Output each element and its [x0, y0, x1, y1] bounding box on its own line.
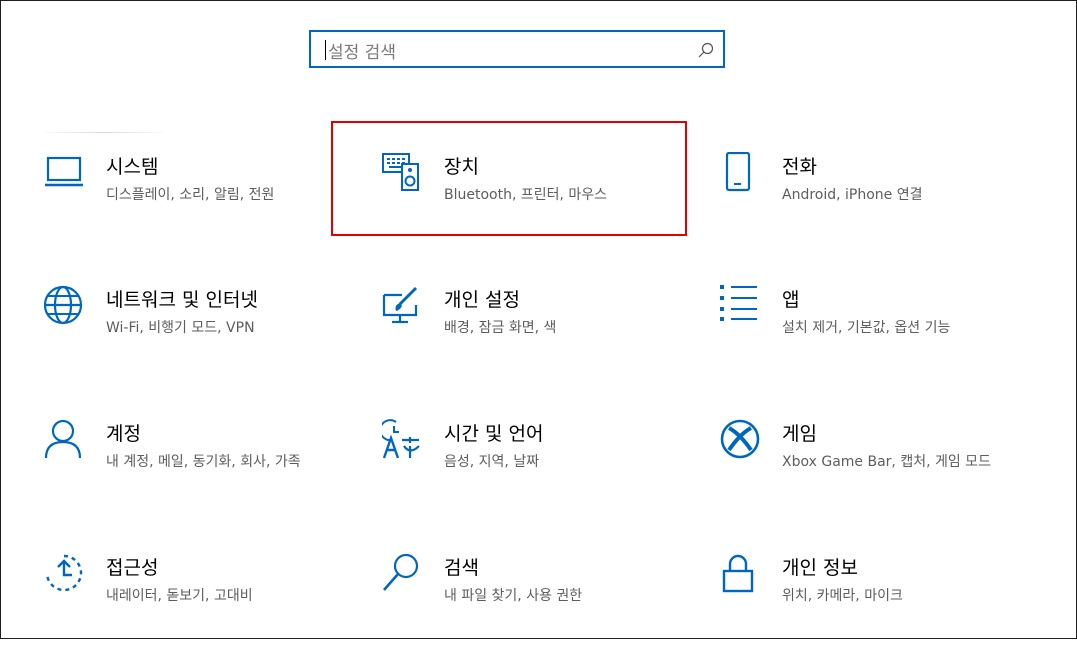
paint-brush-icon — [382, 286, 418, 324]
app-list-icon — [720, 285, 757, 321]
tile-system[interactable]: 시스템 디스플레이, 소리, 알림, 전원 — [44, 152, 364, 252]
tile-description: Android, iPhone 연결 — [782, 187, 923, 203]
tile-description: 음성, 지역, 날짜 — [444, 454, 540, 470]
tile-title: 시스템 — [106, 156, 159, 178]
tile-title: 개인 설정 — [444, 289, 520, 311]
tile-description: 위치, 카메라, 마이크 — [782, 588, 903, 604]
tile-description: Wi-Fi, 비행기 모드, VPN — [106, 320, 255, 336]
tile-title: 앱 — [782, 289, 800, 311]
xbox-icon — [720, 419, 760, 459]
laptop-icon — [45, 156, 83, 187]
text-caret — [325, 40, 326, 60]
tile-phone[interactable]: 전화 Android, iPhone 연결 — [720, 152, 1040, 252]
phone-icon — [725, 152, 751, 192]
tile-time-language[interactable]: 시간 및 언어 음성, 지역, 날짜 — [382, 419, 702, 519]
tile-network[interactable]: 네트워크 및 인터넷 Wi-Fi, 비행기 모드, VPN — [44, 285, 364, 385]
tile-description: 내 파일 찾기, 사용 권한 — [444, 588, 583, 604]
magnifier-icon — [383, 553, 419, 591]
tile-title: 접근성 — [106, 557, 159, 579]
tile-description: 설치 제거, 기본값, 옵션 기능 — [782, 320, 951, 336]
divider — [45, 132, 163, 133]
tile-description: 디스플레이, 소리, 알림, 전원 — [106, 187, 275, 203]
tile-title: 전화 — [782, 156, 817, 178]
tile-title: 게임 — [782, 423, 817, 445]
tile-description: 배경, 잠금 화면, 색 — [444, 320, 557, 336]
tile-accessibility[interactable]: 접근성 내레이터, 돋보기, 고대비 — [44, 553, 364, 653]
tile-title: 개인 정보 — [782, 557, 858, 579]
tile-title: 계정 — [106, 423, 141, 445]
tile-search[interactable]: 검색 내 파일 찾기, 사용 권한 — [382, 553, 702, 653]
tile-title: 시간 및 언어 — [444, 423, 544, 445]
search-icon — [698, 42, 714, 58]
search-placeholder: 설정 검색 — [328, 43, 396, 63]
person-icon — [44, 419, 82, 459]
tile-gaming[interactable]: 게임 Xbox Game Bar, 캡처, 게임 모드 — [720, 419, 1040, 519]
tile-privacy[interactable]: 개인 정보 위치, 카메라, 마이크 — [720, 553, 1040, 653]
tile-title: 네트워크 및 인터넷 — [106, 289, 258, 311]
tile-description: 내 계정, 메일, 동기화, 회사, 가족 — [106, 454, 301, 470]
tile-description: 내레이터, 돋보기, 고대비 — [106, 588, 253, 604]
tile-description: Xbox Game Bar, 캡처, 게임 모드 — [782, 454, 991, 470]
globe-icon — [44, 285, 83, 325]
search-box[interactable]: 설정 검색 — [309, 30, 725, 68]
ease-of-access-icon — [45, 554, 83, 592]
tile-apps[interactable]: 앱 설치 제거, 기본값, 옵션 기능 — [720, 285, 1040, 385]
lock-icon — [722, 554, 754, 593]
time-language-icon — [382, 419, 420, 459]
selection-highlight — [331, 121, 687, 236]
tile-personalization[interactable]: 개인 설정 배경, 잠금 화면, 색 — [382, 285, 702, 385]
tile-title: 검색 — [444, 557, 479, 579]
tile-accounts[interactable]: 계정 내 계정, 메일, 동기화, 회사, 가족 — [44, 419, 364, 519]
